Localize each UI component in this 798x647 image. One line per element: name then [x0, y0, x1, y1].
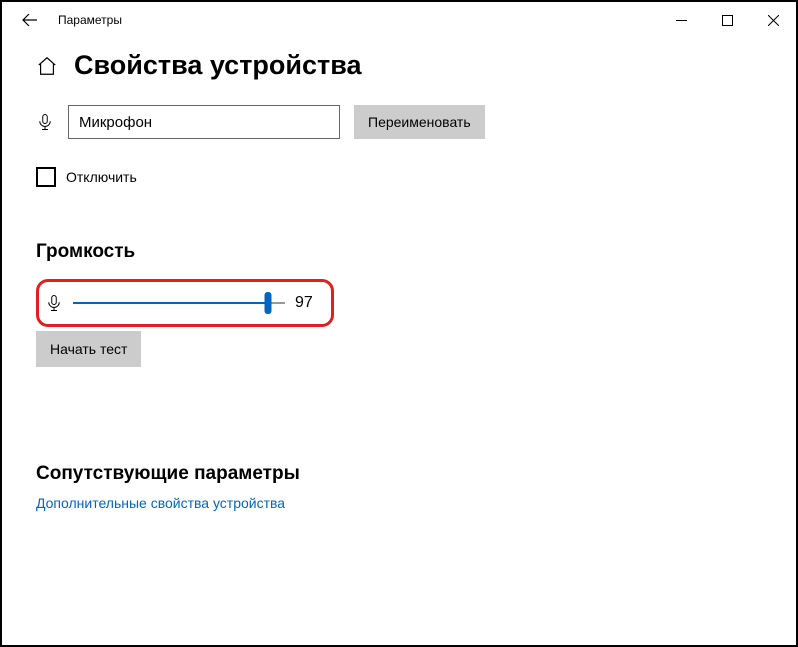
disable-checkbox[interactable] [36, 167, 56, 187]
device-name-input[interactable] [68, 105, 340, 139]
arrow-left-icon [22, 12, 38, 28]
maximize-icon [722, 15, 733, 26]
home-icon[interactable] [36, 55, 58, 77]
rename-row: Переименовать [36, 105, 762, 139]
back-button[interactable] [18, 8, 42, 32]
page-title: Свойства устройства [74, 50, 362, 81]
minimize-button[interactable] [658, 2, 704, 38]
volume-highlight: 97 [36, 279, 334, 327]
close-icon [768, 15, 779, 26]
titlebar: Параметры [2, 2, 796, 38]
start-test-button[interactable]: Начать тест [36, 331, 141, 367]
content: Свойства устройства Переименовать Отключ… [2, 38, 796, 513]
microphone-icon [45, 294, 63, 312]
app-title: Параметры [58, 13, 122, 27]
page-header: Свойства устройства [36, 50, 762, 81]
maximize-button[interactable] [704, 2, 750, 38]
microphone-icon [36, 113, 54, 131]
related-header: Сопутствующие параметры [36, 463, 762, 485]
additional-properties-link[interactable]: Дополнительные свойства устройства [36, 495, 285, 511]
volume-value: 97 [295, 294, 321, 312]
close-button[interactable] [750, 2, 796, 38]
disable-row[interactable]: Отключить [36, 167, 762, 187]
volume-slider[interactable] [73, 293, 285, 313]
window-controls [658, 2, 796, 38]
rename-button[interactable]: Переименовать [354, 105, 485, 139]
volume-header: Громкость [36, 241, 762, 263]
disable-label: Отключить [66, 169, 137, 185]
minimize-icon [676, 15, 687, 26]
